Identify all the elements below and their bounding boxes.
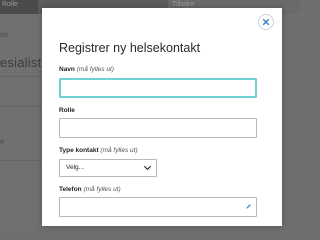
rolle-input[interactable]: [59, 118, 257, 138]
rolle-label: Rolle: [59, 107, 75, 114]
type-kontakt-label: Type kontakt (må fylles ut): [59, 147, 138, 154]
type-kontakt-select[interactable]: Velg...: [59, 159, 157, 177]
pen-icon: [246, 204, 251, 209]
type-kontakt-selected-value: Velg...: [66, 164, 85, 171]
modal-title: Registrer ny helsekontakt: [59, 41, 201, 55]
navn-required-note: (må fylles ut): [76, 66, 114, 73]
type-kontakt-required-note: (må fylles ut): [100, 147, 138, 154]
background-arrow-text: e: [0, 137, 5, 146]
telefon-label: Telefon (må fylles ut): [59, 186, 121, 193]
background-divider: [0, 76, 42, 77]
background-sidebar: [0, 14, 42, 226]
chevron-down-icon: [144, 166, 151, 170]
background-divider: [0, 160, 42, 161]
background-tab-left: Rolle: [0, 0, 38, 14]
background-divider: [0, 106, 42, 107]
type-kontakt-label-text: Type kontakt: [59, 147, 99, 154]
close-icon: [262, 18, 270, 26]
close-button[interactable]: [258, 14, 274, 30]
rolle-label-text: Rolle: [59, 107, 75, 114]
background-small-text: tet: [0, 32, 8, 39]
telefon-input[interactable]: [59, 197, 257, 217]
telefon-required-note: (må fylles ut): [83, 186, 121, 193]
navn-input[interactable]: [59, 78, 257, 98]
register-health-contact-modal: Registrer ny helsekontakt Navn (må fylle…: [42, 8, 282, 226]
navn-label-text: Navn: [59, 66, 75, 73]
telefon-label-text: Telefon: [59, 186, 82, 193]
telefon-field: [59, 197, 257, 217]
navn-label: Navn (må fylles ut): [59, 66, 114, 73]
